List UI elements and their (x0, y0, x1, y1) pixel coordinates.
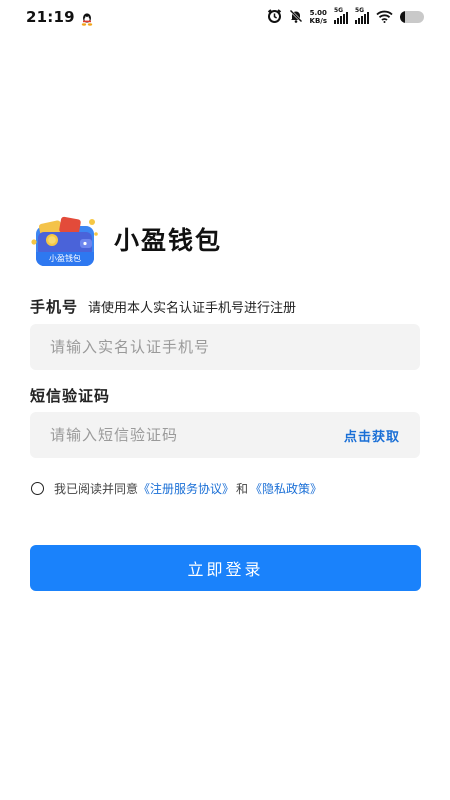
battery-icon (400, 11, 424, 23)
alarm-icon (267, 8, 282, 27)
agreement-joiner: 和 (236, 482, 249, 496)
signal-1-label: 5G (334, 7, 344, 14)
sms-input-box[interactable]: 点击获取 (30, 412, 420, 458)
signal-icon-2: 5G (355, 7, 369, 24)
phone-input-box[interactable] (30, 324, 420, 370)
sms-code-input[interactable] (50, 426, 310, 444)
signal-icon: 5G (334, 7, 348, 24)
status-time: 21:19 (26, 8, 75, 26)
net-speed-value: 5.00 (309, 9, 327, 17)
sms-label: 短信验证码 (30, 387, 111, 405)
net-speed: 5.00 KB/s (310, 9, 327, 25)
terms-link[interactable]: 《注册服务协议》 (138, 480, 234, 497)
phone-hint: 请使用本人实名认证手机号进行注册 (88, 301, 297, 316)
battery-fill (400, 11, 405, 23)
status-bar: 21:19 5.00 KB/s 5G 5G (0, 0, 450, 34)
status-right: 5.00 KB/s 5G 5G (267, 7, 424, 27)
phone-label: 手机号 (30, 298, 79, 316)
status-left: 21:19 (26, 8, 93, 26)
qq-icon (81, 11, 93, 26)
agreement-checkbox[interactable] (31, 482, 44, 495)
login-screen: 21:19 5.00 KB/s 5G 5G 小盈钱包 小盈钱包 手机号 请使用本… (0, 0, 450, 800)
agreement-prefix: 我已阅读并同意 (54, 482, 139, 496)
brand-header: 小盈钱包 小盈钱包 (30, 212, 222, 266)
signal-2-label: 5G (355, 7, 365, 14)
wifi-icon (376, 8, 393, 27)
login-button[interactable]: 立即登录 (30, 545, 421, 591)
mute-icon (289, 8, 303, 27)
phone-label-row: 手机号 请使用本人实名认证手机号进行注册 (30, 296, 296, 317)
get-code-button[interactable]: 点击获取 (344, 426, 400, 445)
net-speed-unit: KB/s (309, 17, 327, 25)
agreement-row: 我已阅读并同意 《注册服务协议》 和 《隐私政策》 (31, 480, 322, 497)
phone-input[interactable] (50, 338, 310, 356)
app-name: 小盈钱包 (114, 226, 223, 255)
app-logo: 小盈钱包 (30, 212, 100, 266)
app-logo-caption: 小盈钱包 (36, 252, 94, 266)
sms-label-row: 短信验证码 (30, 385, 110, 406)
privacy-link[interactable]: 《隐私政策》 (250, 480, 322, 497)
